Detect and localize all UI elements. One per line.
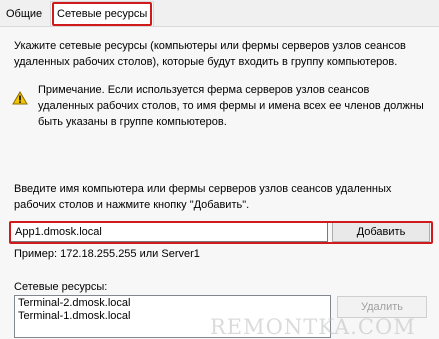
tab-general[interactable]: Общие	[2, 4, 46, 24]
watermark-logo: REMONTKA.COM	[210, 315, 416, 339]
example-text: Пример: 172.18.255.255 или Server1	[14, 248, 200, 260]
input-highlight-frame	[9, 221, 433, 244]
note-text: Примечание. Если используется ферма серв…	[38, 84, 424, 128]
tab-highlight-frame	[52, 2, 152, 26]
enter-prompt: Введите имя компьютера или фермы серверо…	[14, 183, 392, 211]
warning-icon	[12, 91, 28, 105]
list-item[interactable]: Terminal-2.dmosk.local	[18, 297, 327, 310]
description-text: Укажите сетевые ресурсы (компьютеры или …	[14, 40, 406, 68]
resources-label: Сетевые ресурсы:	[14, 281, 108, 293]
